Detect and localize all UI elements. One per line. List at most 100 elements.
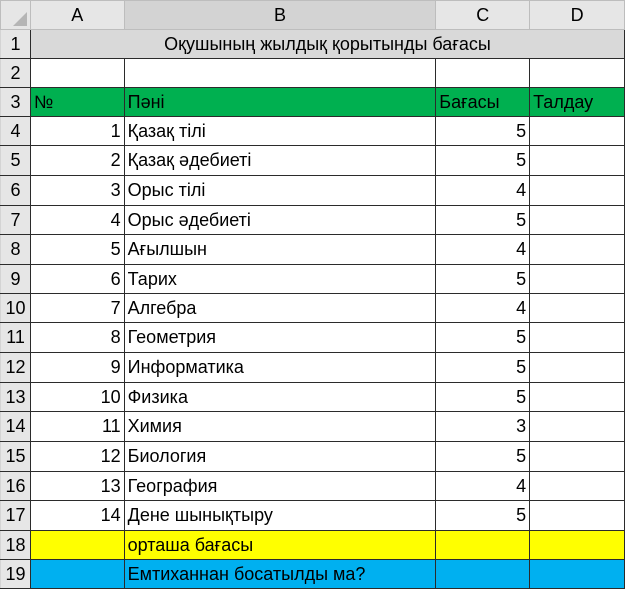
row-header[interactable]: 3 [0,87,31,117]
cell-C10[interactable]: 4 [435,293,531,323]
cell-A2[interactable] [29,58,125,88]
row-header[interactable]: 17 [0,500,31,531]
cell-C19[interactable] [435,559,531,589]
cell-D8[interactable] [529,234,625,265]
cell-D17[interactable] [529,500,625,531]
cell-A14[interactable]: 11 [29,411,125,442]
cell-A10[interactable]: 7 [29,293,125,323]
row-header[interactable]: 9 [0,264,31,294]
row-header[interactable]: 11 [0,322,31,353]
cell-C15[interactable]: 5 [435,441,531,472]
cell-D9[interactable] [529,264,625,294]
row-header[interactable]: 12 [0,352,31,383]
cell-C14[interactable]: 3 [435,411,531,442]
cell-D4[interactable] [529,116,625,146]
cell-A17[interactable]: 14 [29,500,125,531]
cell-A6[interactable]: 3 [29,175,125,206]
cell-D15[interactable] [529,441,625,472]
row-header[interactable]: 14 [0,411,31,442]
cell-A9[interactable]: 6 [29,264,125,294]
cell-C17[interactable]: 5 [435,500,531,531]
row-header[interactable]: 6 [0,175,31,206]
cell-D11[interactable] [529,322,625,353]
cell-A7[interactable]: 4 [29,205,125,235]
cell-D19[interactable] [529,559,625,589]
cell-A19[interactable] [29,559,125,589]
cell-B9[interactable]: Тарих [123,264,437,294]
cell-C11[interactable]: 5 [435,322,531,353]
cell-B7[interactable]: Орыс әдебиеті [123,205,437,235]
cell-C7[interactable]: 5 [435,205,531,235]
cell-C3[interactable]: Бағасы [435,87,531,117]
cell-A11[interactable]: 8 [29,322,125,353]
cell-B11[interactable]: Геометрия [123,322,437,353]
cell-B5[interactable]: Қазақ әдебиеті [123,145,437,176]
cell-C6[interactable]: 4 [435,175,531,206]
row-header[interactable]: 15 [0,441,31,472]
row-header[interactable]: 8 [0,234,31,265]
cell-B13[interactable]: Физика [123,382,437,412]
row-header[interactable]: 18 [0,530,31,560]
cell-C2[interactable] [435,58,531,88]
cell-D7[interactable] [529,205,625,235]
cell-D2[interactable] [529,58,625,88]
cell-A3[interactable]: № [29,87,125,117]
column-header-b[interactable]: B [123,0,437,30]
cell-A16[interactable]: 13 [29,471,125,501]
cell-B12[interactable]: Информатика [123,352,437,383]
column-header-a[interactable]: A [29,0,125,30]
cell-C9[interactable]: 5 [435,264,531,294]
cell-A5[interactable]: 2 [29,145,125,176]
cell-A15[interactable]: 12 [29,441,125,472]
cell-B16[interactable]: География [123,471,437,501]
cell-B2[interactable] [123,58,437,88]
cell-B17[interactable]: Дене шынықтыру [123,500,437,531]
cell-A13[interactable]: 10 [29,382,125,412]
title-cell[interactable]: Оқушының жылдық қорытынды бағасы [29,29,625,59]
cell-D5[interactable] [529,145,625,176]
cell-B8[interactable]: Ағылшын [123,234,437,265]
cell-A4[interactable]: 1 [29,116,125,146]
cell-C4[interactable]: 5 [435,116,531,146]
select-all-corner[interactable] [0,0,31,30]
cell-D3[interactable]: Талдау [529,87,625,117]
cell-B19[interactable]: Емтиханнан босатылды ма? [123,559,437,589]
column-header-c[interactable]: C [435,0,531,30]
cell-B3[interactable]: Пәні [123,87,437,117]
cell-D14[interactable] [529,411,625,442]
cell-D6[interactable] [529,175,625,206]
cell-D18[interactable] [529,530,625,560]
cell-C12[interactable]: 5 [435,352,531,383]
cell-B15[interactable]: Биология [123,441,437,472]
cell-B14[interactable]: Химия [123,411,437,442]
row-header[interactable]: 4 [0,116,31,146]
row-header[interactable]: 5 [0,145,31,176]
row-header[interactable]: 10 [0,293,31,323]
row-header[interactable]: 13 [0,382,31,412]
row-header[interactable]: 7 [0,205,31,235]
cell-C8[interactable]: 4 [435,234,531,265]
cell-B4[interactable]: Қазақ тілі [123,116,437,146]
cell-C16[interactable]: 4 [435,471,531,501]
cell-C5[interactable]: 5 [435,145,531,176]
row-header[interactable]: 19 [0,559,31,589]
column-header-d[interactable]: D [529,0,625,30]
cell-A8[interactable]: 5 [29,234,125,265]
cell-D12[interactable] [529,352,625,383]
table-row: 15 12 Биология 5 [0,441,625,472]
cell-C18[interactable] [435,530,531,560]
row-header[interactable]: 16 [0,471,31,501]
cell-D13[interactable] [529,382,625,412]
table-row: 1 Оқушының жылдық қорытынды бағасы [0,29,625,59]
select-all-triangle-icon [12,12,27,26]
cell-D10[interactable] [529,293,625,323]
row-header[interactable]: 2 [0,58,31,88]
cell-B10[interactable]: Алгебра [123,293,437,323]
cell-D16[interactable] [529,471,625,501]
cell-A18[interactable] [29,530,125,560]
cell-C13[interactable]: 5 [435,382,531,412]
cell-A12[interactable]: 9 [29,352,125,383]
cell-B18[interactable]: орташа бағасы [123,530,437,560]
cell-B6[interactable]: Орыс тілі [123,175,437,206]
row-header[interactable]: 1 [0,29,31,59]
